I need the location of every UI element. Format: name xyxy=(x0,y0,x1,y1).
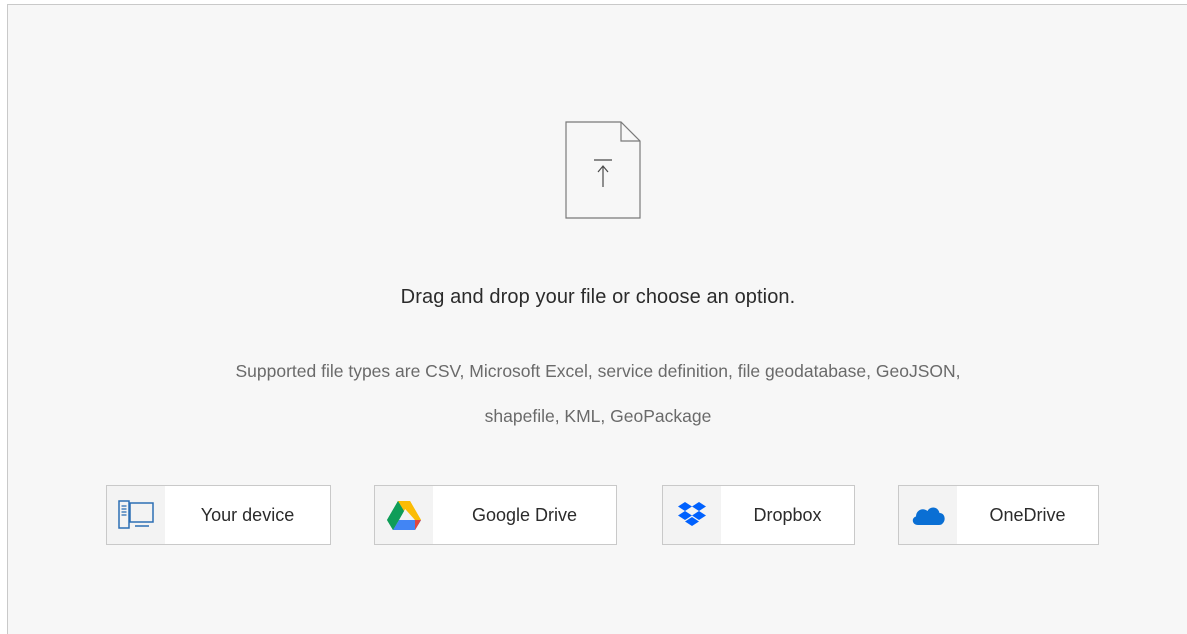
supported-line-1: Supported file types are CSV, Microsoft … xyxy=(235,361,961,381)
onedrive-icon xyxy=(899,486,957,544)
google-drive-button[interactable]: Google Drive xyxy=(374,485,617,545)
google-drive-icon xyxy=(375,486,433,544)
your-device-label: Your device xyxy=(200,504,295,525)
file-upload-icon xyxy=(565,121,641,219)
dropbox-icon xyxy=(663,486,721,544)
file-drop-zone[interactable]: Drag and drop your file or choose an opt… xyxy=(7,4,1187,634)
dropbox-label: Dropbox xyxy=(753,504,822,525)
dropbox-button[interactable]: Dropbox xyxy=(662,485,855,545)
google-drive-label: Google Drive xyxy=(471,504,578,525)
your-device-button[interactable]: Your device xyxy=(106,485,331,545)
onedrive-label: OneDrive xyxy=(989,504,1066,525)
drop-instruction-heading: Drag and drop your file or choose an opt… xyxy=(400,286,796,308)
computer-icon xyxy=(107,486,165,544)
supported-file-types-text: Supported file types are CSV, Microsoft … xyxy=(58,349,1138,439)
onedrive-button[interactable]: OneDrive xyxy=(898,485,1099,545)
supported-line-2: shapefile, KML, GeoPackage xyxy=(484,406,712,426)
